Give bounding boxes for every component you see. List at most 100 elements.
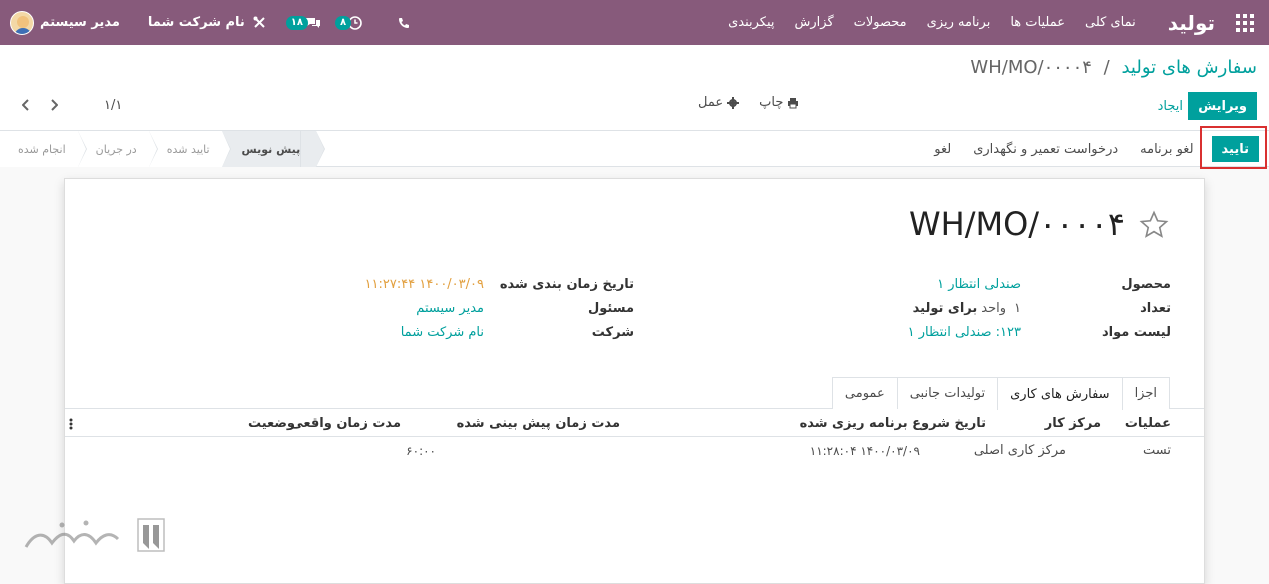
create-button[interactable]: ایجاد bbox=[1150, 92, 1191, 120]
pager-next-icon[interactable] bbox=[44, 95, 64, 115]
col-operation[interactable]: عملیات bbox=[1125, 410, 1171, 437]
column-options-icon[interactable] bbox=[69, 410, 73, 437]
col-scheduled-start[interactable]: تاریخ شروع برنامه ریزی شده bbox=[800, 410, 986, 437]
stage-done-label: انجام شده bbox=[18, 142, 66, 156]
print-label: چاپ bbox=[759, 95, 784, 110]
stage-arrow-fill bbox=[316, 131, 325, 167]
field-responsible: مسئول مدیر سیستم bbox=[416, 297, 634, 319]
pager: ۱/۱ bbox=[16, 95, 122, 115]
activity-menu[interactable]: ۸ bbox=[335, 15, 362, 30]
messages-badge: ۱۸ bbox=[285, 15, 309, 30]
statusbar: تایید لغو برنامه درخواست تعمیر و نگهداری… bbox=[0, 126, 1269, 169]
responsible-value[interactable]: مدیر سیستم bbox=[416, 301, 484, 316]
stage-arrow-fill bbox=[77, 131, 86, 167]
stage-in-progress[interactable]: در جریان bbox=[77, 131, 158, 167]
field-company: شرکت نام شرکت شما bbox=[401, 321, 634, 343]
main-menu: نمای کلی عملیات ها برنامه ریزی محصولات گ… bbox=[708, 15, 1136, 30]
breadcrumb-separator: / bbox=[1103, 57, 1110, 78]
product-value[interactable]: صندلی انتظار ۱ bbox=[937, 277, 1021, 292]
quantity-value: ۱ bbox=[1014, 300, 1021, 316]
control-panel: سفارش های تولید / WH/MO/۰۰۰۰۴ ویرایش ایج… bbox=[0, 45, 1269, 131]
pager-value[interactable]: ۱/۱ bbox=[104, 98, 122, 113]
breadcrumb: سفارش های تولید / WH/MO/۰۰۰۰۴ bbox=[970, 57, 1257, 78]
workorders-table-header: عملیات مرکز کار تاریخ شروع برنامه ریزی ش… bbox=[65, 410, 1204, 437]
edit-button[interactable]: ویرایش bbox=[1188, 92, 1257, 120]
company-name: نام شرکت شما bbox=[147, 15, 245, 30]
form-sheet: WH/MO/۰۰۰۰۴ محصول صندلی انتظار ۱ تعداد ۱… bbox=[64, 178, 1205, 584]
menu-operations[interactable]: عملیات ها bbox=[1010, 15, 1065, 30]
cancel-plan-button[interactable]: لغو برنامه bbox=[1140, 142, 1193, 157]
watermark-logo bbox=[22, 513, 168, 559]
company-value[interactable]: نام شرکت شما bbox=[401, 325, 484, 340]
notebook-tabs: اجزا سفارش های کاری تولیدات جانبی عمومی bbox=[831, 377, 1170, 410]
col-real-duration[interactable]: مدت زمان واقعی bbox=[290, 410, 401, 437]
menu-planning[interactable]: برنامه ریزی bbox=[927, 15, 991, 30]
quantity-label: تعداد bbox=[1140, 300, 1171, 316]
menu-reporting[interactable]: گزارش bbox=[795, 15, 834, 30]
tab-work-orders[interactable]: سفارش های کاری bbox=[997, 377, 1123, 410]
action-menu[interactable]: عمل bbox=[698, 95, 740, 110]
star-icon[interactable] bbox=[1139, 205, 1169, 248]
apps-menu-icon[interactable] bbox=[1221, 0, 1269, 45]
field-quantity: تعداد ۱ واحد برای تولید bbox=[913, 297, 1171, 319]
tools-icon[interactable] bbox=[253, 16, 266, 29]
highlight-box bbox=[1200, 126, 1267, 169]
table-row[interactable]: تست مرکز کاری اصلی ۱۴۰۰/۰۳/۰۹ ۱۱:۲۸:۰۴ ۶… bbox=[65, 437, 1204, 464]
stage-in-progress-label: در جریان bbox=[95, 142, 137, 156]
product-label: محصول bbox=[1121, 276, 1171, 292]
row-scheduled-start: ۱۴۰۰/۰۳/۰۹ ۱۱:۲۸:۰۴ bbox=[809, 443, 920, 458]
col-expected-duration[interactable]: مدت زمان پیش بینی شده bbox=[457, 410, 620, 437]
field-scheduled-date: تاریخ زمان بندی شده ۱۴۰۰/۰۳/۰۹ ۱۱:۲۷:۴۴ bbox=[365, 273, 634, 295]
quantity-uom: واحد bbox=[981, 300, 1007, 316]
phone-icon[interactable] bbox=[398, 17, 410, 29]
stage-divider bbox=[300, 131, 301, 167]
maintenance-request-button[interactable]: درخواست تعمیر و نگهداری bbox=[973, 142, 1118, 157]
avatar bbox=[10, 10, 34, 35]
action-menus: چاپ عمل bbox=[678, 95, 799, 110]
field-bom: لیست مواد ۱۲۳: صندلی انتظار ۱ bbox=[908, 321, 1171, 343]
stage-arrow-fill bbox=[221, 131, 230, 167]
breadcrumb-current: WH/MO/۰۰۰۰۴ bbox=[970, 57, 1092, 78]
company-switcher[interactable]: نام شرکت شما bbox=[148, 15, 245, 30]
tab-by-products[interactable]: تولیدات جانبی bbox=[896, 377, 999, 409]
stage-draft[interactable]: پیش نویس bbox=[221, 131, 326, 167]
user-name: مدیر سیستم bbox=[40, 15, 120, 30]
col-workcenter[interactable]: مرکز کار bbox=[1045, 410, 1101, 437]
tab-miscellaneous[interactable]: عمومی bbox=[831, 377, 898, 409]
messaging-menu[interactable]: ۱۸ bbox=[285, 15, 321, 30]
cancel-button[interactable]: لغو bbox=[934, 142, 951, 157]
row-expected-duration: ۶۰:۰۰ bbox=[406, 443, 436, 458]
record-title-text: WH/MO/۰۰۰۰۴ bbox=[909, 205, 1125, 243]
record-title: WH/MO/۰۰۰۰۴ bbox=[909, 205, 1169, 243]
scheduled-date-label: تاریخ زمان بندی شده bbox=[499, 276, 634, 292]
row-workcenter: مرکز کاری اصلی bbox=[973, 443, 1066, 458]
bom-label: لیست مواد bbox=[1101, 324, 1171, 340]
user-menu[interactable]: مدیر سیستم bbox=[10, 10, 120, 35]
bom-value[interactable]: ۱۲۳: صندلی انتظار ۱ bbox=[908, 325, 1021, 340]
scheduled-date-value: ۱۴۰۰/۰۳/۰۹ ۱۱:۲۷:۴۴ bbox=[364, 276, 484, 292]
stage-confirmed[interactable]: تایید شده bbox=[148, 131, 231, 167]
field-product: محصول صندلی انتظار ۱ bbox=[937, 273, 1171, 295]
menu-products[interactable]: محصولات bbox=[854, 15, 907, 30]
stage-draft-label: پیش نویس bbox=[241, 142, 301, 156]
gear-icon bbox=[727, 96, 740, 109]
stage-pipeline: پیش نویس تایید شده در جریان انجام شده bbox=[0, 131, 326, 167]
responsible-label: مسئول bbox=[587, 300, 634, 316]
app-brand[interactable]: تولید bbox=[1168, 11, 1215, 35]
action-label: عمل bbox=[698, 95, 724, 110]
company-label: شرکت bbox=[591, 324, 634, 340]
tab-components[interactable]: اجزا bbox=[1121, 377, 1170, 409]
stage-confirmed-label: تایید شده bbox=[166, 142, 210, 156]
stage-done[interactable]: انجام شده bbox=[0, 131, 87, 167]
pager-previous-icon[interactable] bbox=[16, 95, 36, 115]
activity-badge: ۸ bbox=[335, 15, 352, 30]
stage-arrow-fill bbox=[148, 131, 157, 167]
top-navbar: تولید نمای کلی عملیات ها برنامه ریزی محص… bbox=[0, 0, 1269, 45]
breadcrumb-parent[interactable]: سفارش های تولید bbox=[1121, 57, 1257, 78]
col-status[interactable]: وضعیت bbox=[248, 410, 295, 437]
print-menu[interactable]: چاپ bbox=[759, 95, 799, 110]
print-icon bbox=[787, 97, 799, 109]
menu-overview[interactable]: نمای کلی bbox=[1085, 15, 1136, 30]
quantity-suffix: برای تولید bbox=[912, 300, 978, 316]
menu-configuration[interactable]: پیکربندی bbox=[728, 15, 774, 30]
